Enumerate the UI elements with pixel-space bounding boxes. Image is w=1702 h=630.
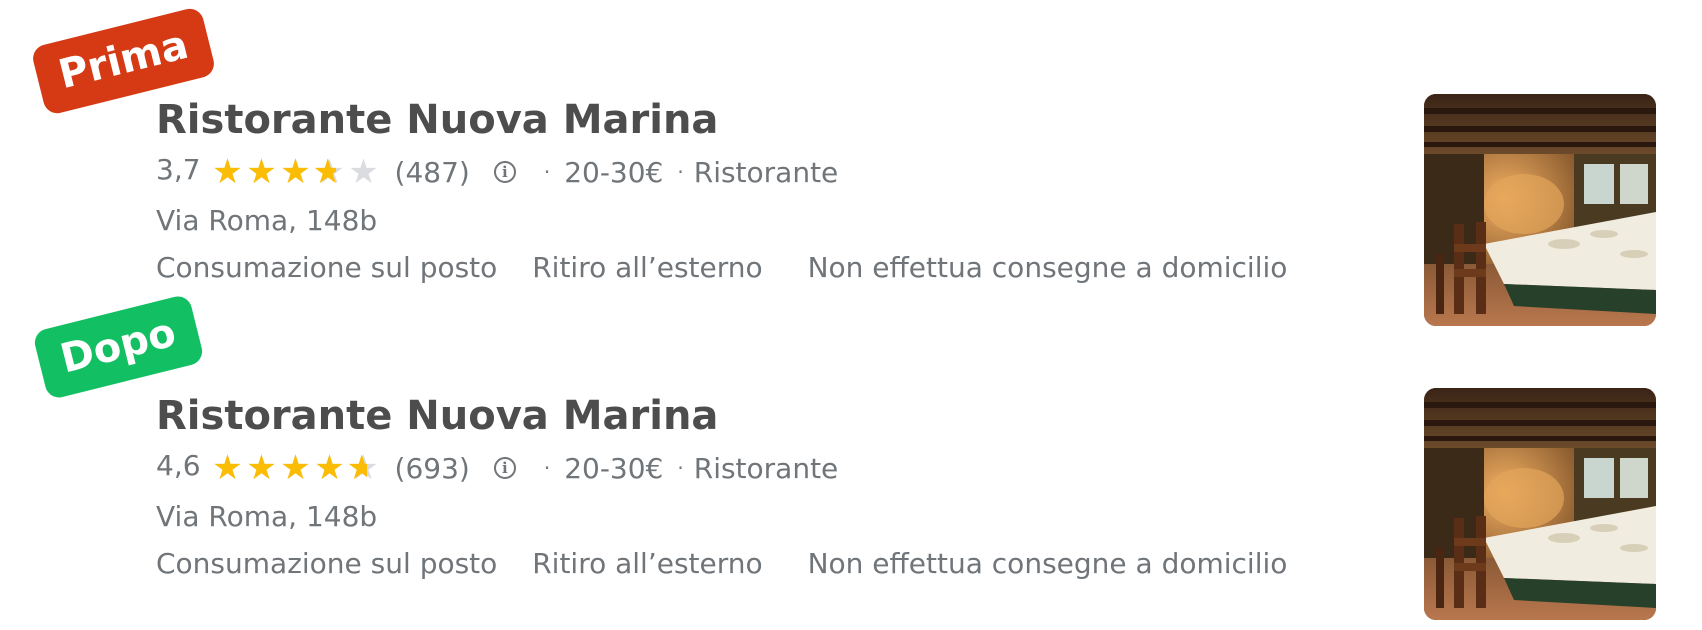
category-label: Ristorante [693,155,839,189]
service-curbside-pickup: Ritiro all’esterno [532,547,763,580]
separator-dot: · [543,456,551,480]
star-icon: ★★ [212,152,243,192]
service-options: Consumazione sul posto Ritiro all’estern… [156,246,1306,290]
star-icon: ★★ [280,448,311,488]
restaurant-photo[interactable] [1424,388,1656,620]
rating-score: 4,6 [156,448,201,482]
star-rating: ★★ ★★ ★★ ★★ ★★ [211,155,381,189]
review-count[interactable]: (693) [395,452,470,485]
place-title[interactable]: Ristorante Nuova Marina [156,390,1306,442]
star-icon: ★★ [348,152,379,192]
service-curbside-pickup: Ritiro all’esterno [532,251,763,284]
separator-dot: · [543,160,551,184]
price-range: 20-30€ [564,451,664,485]
service-no-delivery: Non effettua consegne a domicilio [807,251,1288,284]
price-range: 20-30€ [564,155,664,189]
review-count[interactable]: (487) [395,156,470,189]
service-dine-in: Consumazione sul posto [156,251,498,284]
rating-row: 3,7 ★★ ★★ ★★ ★★ ★★ (487) i · 20-30€ · Ri… [156,150,1306,194]
address-text: Via Roma, 148b [156,500,378,533]
listing-card-after[interactable]: Dopo Ristorante Nuova Marina 4,6 ★ ★ ★ ★ ★… [0,293,1702,620]
listing-info: Ristorante Nuova Marina 4,6 ★ ★ ★ ★ ★ ★ ★ ★ … [156,390,1306,586]
rating-score: 3,7 [156,152,201,186]
listing-info: Ristorante Nuova Marina 3,7 ★ ★ ★ ★ ★ ★ ★ ★ … [156,94,1306,290]
address-text: Via Roma, 148b [156,204,378,237]
listing-card-before[interactable]: Prima Ristorante Nuova Marina 3,7 ★ ★ ★ ★ … [0,0,1702,326]
category-label: Ristorante [693,451,839,485]
place-title[interactable]: Ristorante Nuova Marina [156,94,1306,146]
star-icon: ★★ [246,448,277,488]
star-rating: ★★ ★★ ★★ ★★ ★★ [211,451,381,485]
star-icon: ★★ [314,448,345,488]
after-badge: Dopo [31,293,205,401]
separator-dot: · [677,456,684,480]
service-options: Consumazione sul posto Ritiro all’estern… [156,542,1306,586]
rating-row: 4,6 ★ ★ ★ ★ ★ ★ ★ ★ ★ ★ (693) i · 20-30€ · Ri… [156,446,1306,490]
service-no-delivery: Non effettua consegne a domicilio [807,547,1288,580]
service-dine-in: Consumazione sul posto [156,547,498,580]
star-icon: ★★ [246,152,277,192]
separator-dot: · [677,160,684,184]
star-icon: ★★ [346,448,379,488]
star-icon: ★★ [212,448,243,488]
info-icon[interactable]: i [493,161,516,183]
star-icon: ★★ [312,152,345,192]
star-icon: ★★ [280,152,311,192]
restaurant-photo[interactable] [1424,94,1656,326]
info-icon[interactable]: i [493,457,516,479]
